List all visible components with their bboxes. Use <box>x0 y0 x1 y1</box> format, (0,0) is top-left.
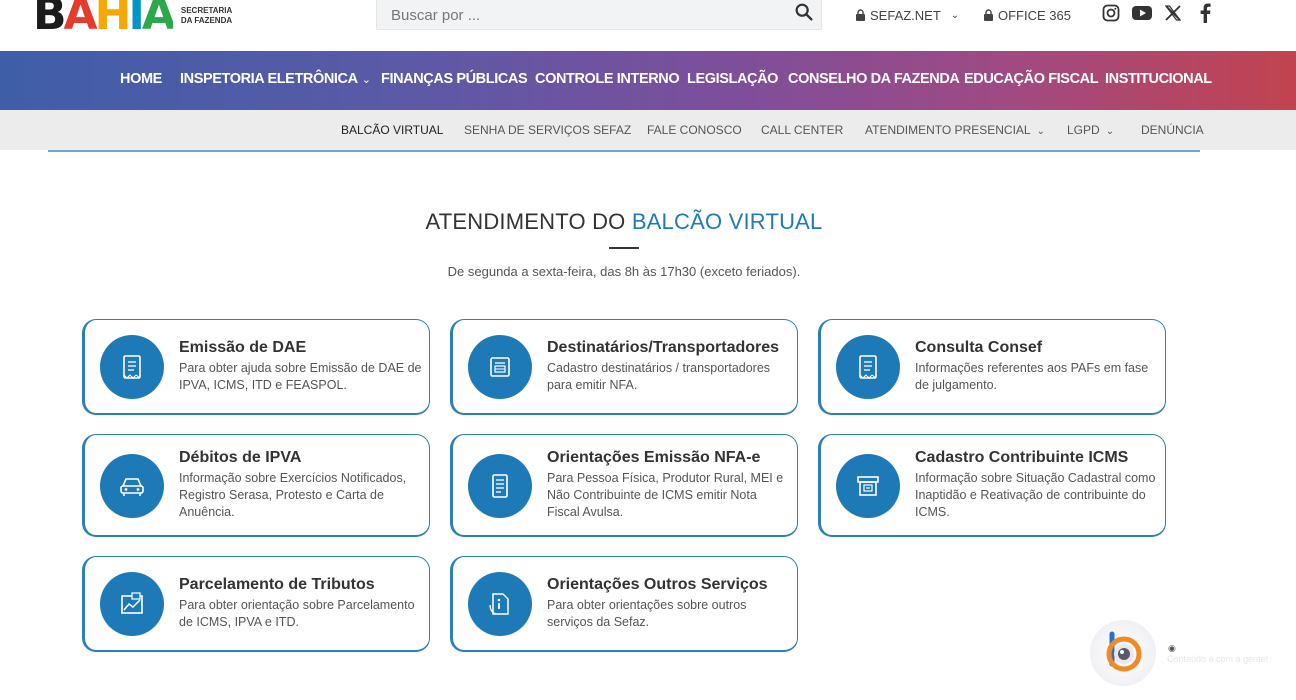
nav-home[interactable]: HOME <box>120 71 162 87</box>
card-debitos-ipva[interactable]: Débitos de IPVA Informação sobre Exercíc… <box>82 434 430 537</box>
x-icon[interactable] <box>1162 2 1184 24</box>
instagram-icon[interactable] <box>1100 2 1122 24</box>
chevron-down-icon: ⌄ <box>361 74 371 86</box>
card-description: Para obter ajuda sobre Emissão de DAE de… <box>179 361 422 392</box>
subnav-senha-servicos[interactable]: SENHA DE SERVIÇOS SEFAZ <box>464 123 631 137</box>
logo-subtitle: SECRETARIA DA FAZENDA <box>180 6 233 25</box>
chart-document-icon <box>100 572 164 636</box>
registry-box-icon <box>836 454 900 518</box>
office365-label: OFFICE 365 <box>998 7 1071 23</box>
title-divider <box>609 247 639 249</box>
card-parcelamento-tributos[interactable]: Parcelamento de Tributos Para obter orie… <box>82 556 430 652</box>
widget-dot: ◉ <box>1168 643 1176 653</box>
subnav-atendimento-label: ATENDIMENTO PRESENCIAL <box>865 123 1031 137</box>
main-navigation: HOME INSPETORIA ELETRÔNICA ⌄ FINANÇAS PÚB… <box>0 51 1296 110</box>
nav-controle-interno[interactable]: CONTROLE INTERNO <box>535 71 680 87</box>
card-description: Informação sobre Situação Cadastral como… <box>915 471 1156 519</box>
document-icon <box>836 335 900 399</box>
bahia-logo[interactable]: BAHIA SECRETARIA DA FAZENDA <box>33 0 232 36</box>
chevron-down-icon: ⌄ <box>1036 126 1045 137</box>
card-description: Para obter orientação sobre Parcelamento… <box>179 598 415 629</box>
page-subtitle: De segunda a sexta-feira, das 8h às 17h3… <box>447 264 801 279</box>
youtube-icon[interactable] <box>1131 2 1153 24</box>
logo-wordmark: BAHIA <box>33 0 173 34</box>
card-title: Consulta Consef <box>915 339 1043 356</box>
lock-icon <box>856 9 865 21</box>
invoice-icon <box>468 454 532 518</box>
car-icon <box>100 454 164 518</box>
card-orientacoes-outros-servicos[interactable]: Orientações Outros Serviços Para obter o… <box>450 556 798 652</box>
card-title: Cadastro Contribuinte ICMS <box>915 449 1129 466</box>
nav-educacao-fiscal[interactable]: EDUCAÇÃO FISCAL <box>964 71 1099 87</box>
card-description: Cadastro destinatários / transportadores… <box>547 361 771 392</box>
chevron-down-icon: ⌄ <box>950 9 960 21</box>
card-title: Orientações Emissão NFA-e <box>547 449 761 466</box>
card-title: Destinatários/Transportadores <box>547 339 780 356</box>
office365-link[interactable]: OFFICE 365 <box>983 6 1071 24</box>
card-cadastro-contribuinte-icms[interactable]: Cadastro Contribuinte ICMS Informação so… <box>818 434 1166 537</box>
subnav-fale-conosco[interactable]: FALE CONOSCO <box>647 123 742 137</box>
search-box <box>376 0 822 30</box>
nav-financas-publicas[interactable]: FINANÇAS PÚBLICAS <box>381 71 528 87</box>
search-icon[interactable] <box>793 1 815 23</box>
lock-icon <box>984 9 993 21</box>
info-document-icon <box>468 572 532 636</box>
top-header: BAHIA SECRETARIA DA FAZENDA SEFAZ.NET ⌄ … <box>0 0 1296 51</box>
sub-navigation: BALCÃO VIRTUAL SENHA DE SERVIÇOS SEFAZ F… <box>0 110 1296 150</box>
card-title: Débitos de IPVA <box>179 449 302 466</box>
chevron-down-icon: ⌄ <box>1105 126 1115 137</box>
card-consulta-consef[interactable]: Consulta Consef Informações referentes a… <box>818 319 1166 415</box>
subnav-denuncia[interactable]: DENÚNCIA <box>1141 123 1204 137</box>
subnav-atendimento-presencial[interactable]: ATENDIMENTO PRESENCIAL ⌄ <box>865 123 1045 137</box>
camera-lens-icon <box>1106 631 1142 672</box>
chat-widget-button[interactable] <box>1090 620 1156 686</box>
search-input[interactable] <box>391 3 781 27</box>
card-description: Informações referentes aos PAFs em fase … <box>915 361 1149 392</box>
subnav-balcao-virtual[interactable]: BALCÃO VIRTUAL <box>341 123 443 137</box>
card-destinatarios-transportadores[interactable]: Destinatários/Transportadores Cadastro d… <box>450 319 798 415</box>
subnav-call-center[interactable]: CALL CENTER <box>761 123 843 137</box>
nav-institucional[interactable]: INSTITUCIONAL <box>1105 71 1212 87</box>
nav-inspetoria-eletronica[interactable]: INSPETORIA ELETRÔNICA ⌄ <box>180 71 371 87</box>
card-description: Para Pessoa Física, Produtor Rural, MEI … <box>547 471 784 519</box>
nav-legislacao[interactable]: LEGISLAÇÃO <box>687 71 778 87</box>
widget-caption: Conteúdo é com a gente! <box>1167 654 1269 664</box>
sefaz-net-label: SEFAZ.NET <box>870 7 941 23</box>
facebook-icon[interactable] <box>1194 2 1216 24</box>
card-title: Parcelamento de Tributos <box>179 576 375 593</box>
sefaz-net-link[interactable]: SEFAZ.NET ⌄ <box>855 6 959 24</box>
subnav-divider <box>48 150 1200 152</box>
card-emissao-dae[interactable]: Emissão de DAE Para obter ajuda sobre Em… <box>82 319 430 415</box>
subnav-lgpd-label: LGPD <box>1067 123 1100 137</box>
page-title-prefix: ATENDIMENTO DO <box>425 209 632 234</box>
subnav-lgpd[interactable]: LGPD ⌄ <box>1067 123 1114 137</box>
page-title-accent: BALCÃO VIRTUAL <box>631 209 823 234</box>
page-title: ATENDIMENTO DO BALCÃO VIRTUAL <box>0 209 1248 235</box>
card-orientacoes-nfa-e[interactable]: Orientações Emissão NFA-e Para Pessoa Fí… <box>450 434 798 537</box>
card-description: Para obter orientações sobre outros serv… <box>547 598 747 629</box>
card-description: Informação sobre Exercícios Notificados,… <box>179 471 407 519</box>
document-icon <box>100 335 164 399</box>
register-icon <box>468 335 532 399</box>
card-title: Orientações Outros Serviços <box>547 576 768 593</box>
nav-inspetoria-label: INSPETORIA ELETRÔNICA <box>180 71 358 87</box>
card-title: Emissão de DAE <box>179 339 307 356</box>
nav-conselho-da-fazenda[interactable]: CONSELHO DA FAZENDA <box>788 71 960 87</box>
